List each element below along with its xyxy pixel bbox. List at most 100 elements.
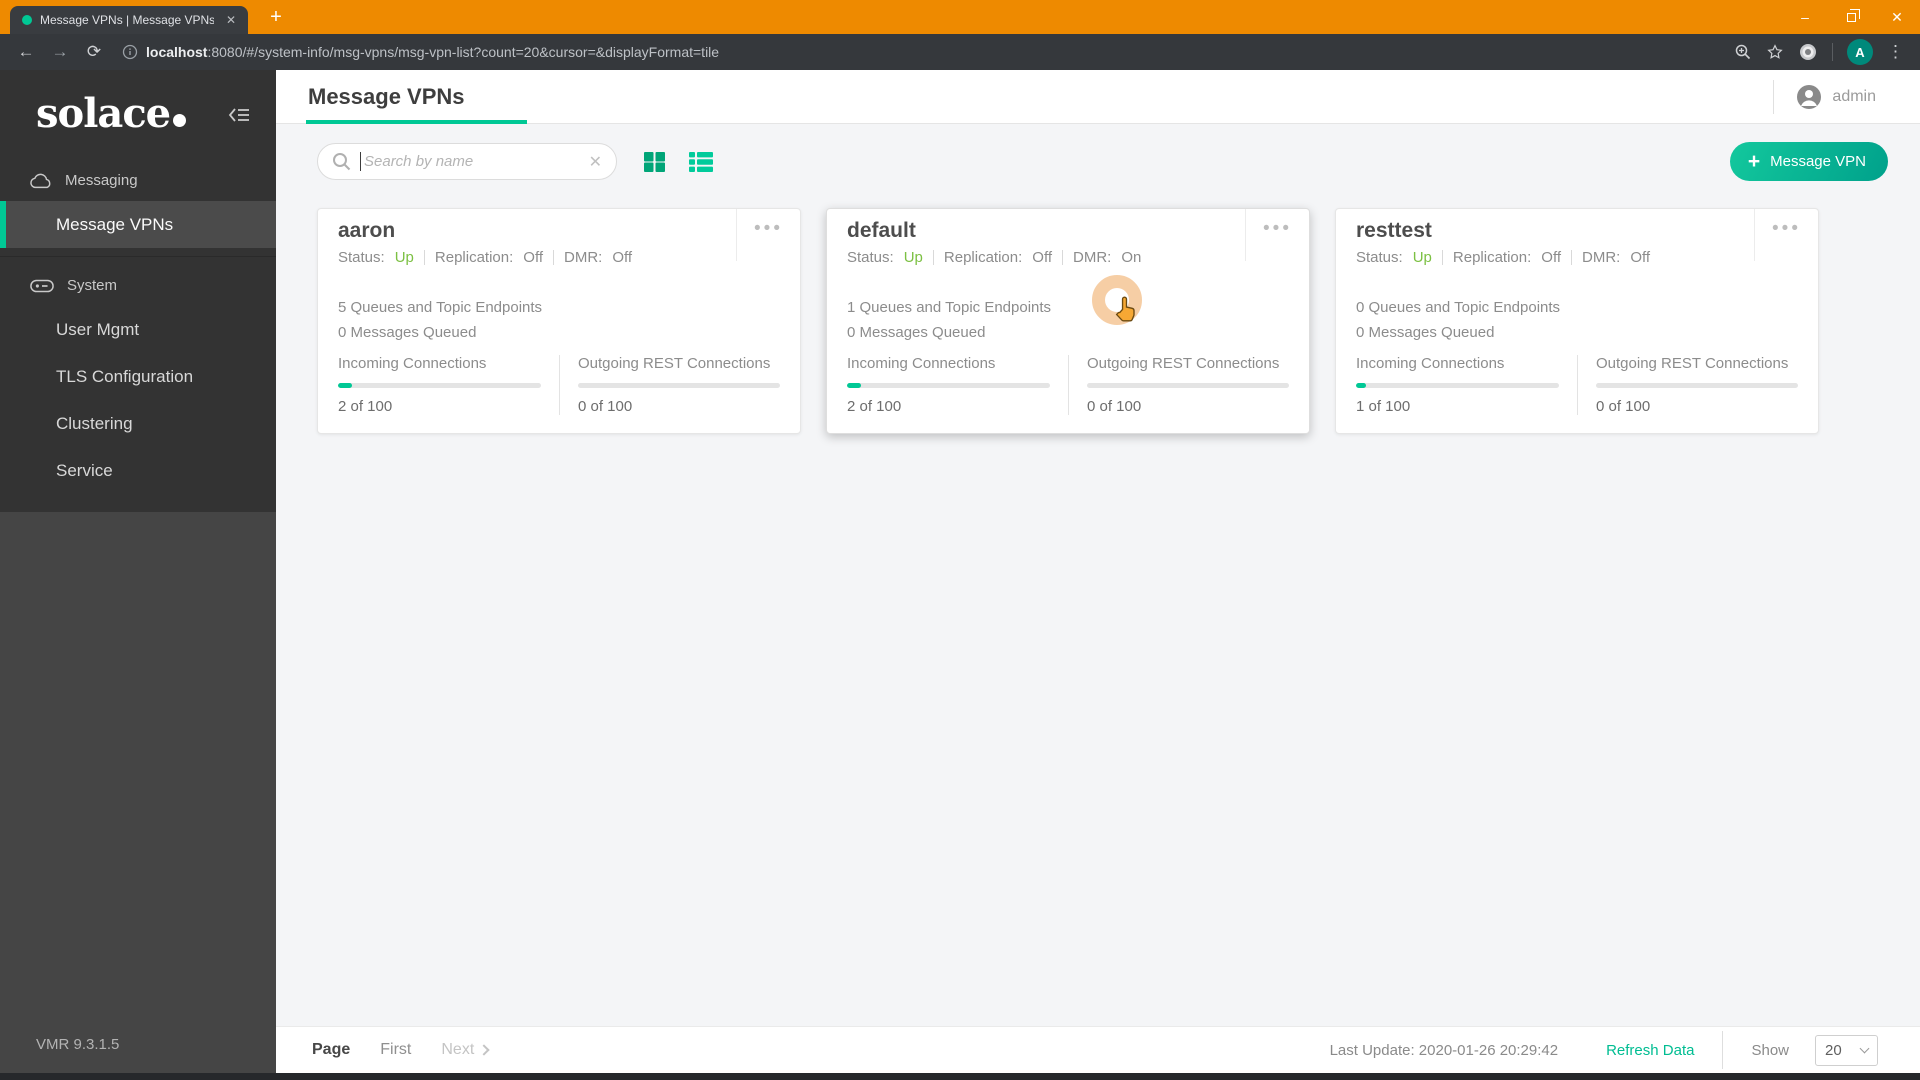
section-label-messaging: Messaging xyxy=(65,172,138,189)
sidebar-item-user-mgmt[interactable]: User Mgmt xyxy=(0,306,276,353)
dmr-label: DMR: xyxy=(1582,249,1620,266)
status-label: Status: xyxy=(847,249,894,266)
tab-close-icon[interactable]: ✕ xyxy=(222,13,240,27)
card-menu-button[interactable]: ••• xyxy=(1245,209,1309,261)
browser-profile-avatar[interactable]: A xyxy=(1847,39,1873,65)
outgoing-progress xyxy=(578,383,780,388)
page-label: Page xyxy=(312,1041,350,1059)
vpn-name: aaron xyxy=(338,219,720,243)
section-label-system: System xyxy=(67,277,117,294)
clear-search-icon[interactable]: ✕ xyxy=(589,152,602,172)
incoming-value: 1 of 100 xyxy=(1356,398,1559,415)
replication-label: Replication: xyxy=(1453,249,1531,266)
url-path: :8080/#/system-info/msg-vpns/msg-vpn-lis… xyxy=(207,44,719,60)
logo-dot-icon xyxy=(173,114,186,127)
ellipsis-icon: ••• xyxy=(1263,219,1292,238)
outgoing-label: Outgoing REST Connections xyxy=(1087,355,1289,372)
status-label: Status: xyxy=(1356,249,1403,266)
outgoing-value: 0 of 100 xyxy=(1596,398,1798,415)
toolbar-divider xyxy=(1832,43,1833,61)
dmr-value: On xyxy=(1121,249,1141,266)
incoming-label: Incoming Connections xyxy=(338,355,541,372)
search-input[interactable] xyxy=(364,153,580,170)
outgoing-progress xyxy=(1596,383,1798,388)
add-button-label: Message VPN xyxy=(1770,153,1866,170)
list-view-icon[interactable] xyxy=(688,151,714,173)
window-close-button[interactable]: ✕ xyxy=(1874,0,1920,34)
endpoints-text: 0 Queues and Topic Endpoints xyxy=(1356,296,1798,321)
sidebar-item-clustering[interactable]: Clustering xyxy=(0,400,276,447)
forward-button[interactable]: → xyxy=(46,42,74,62)
divider xyxy=(424,250,425,265)
bookmark-star-icon[interactable] xyxy=(1766,43,1784,61)
url-host: localhost xyxy=(146,44,207,60)
vpn-card-default[interactable]: ••• default Status: Up Replication: Off … xyxy=(826,208,1310,434)
card-menu-button[interactable]: ••• xyxy=(736,209,800,261)
sidebar-item-tls-configuration[interactable]: TLS Configuration xyxy=(0,353,276,400)
sidebar: solace Messaging Message VPNs System Use… xyxy=(0,70,276,1073)
back-button[interactable]: ← xyxy=(12,42,40,62)
incoming-progress xyxy=(338,383,541,388)
card-menu-button[interactable]: ••• xyxy=(1754,209,1818,261)
replication-label: Replication: xyxy=(944,249,1022,266)
divider xyxy=(553,250,554,265)
extension-icon[interactable] xyxy=(1798,42,1818,62)
dmr-value: Off xyxy=(1630,249,1650,266)
incoming-label: Incoming Connections xyxy=(1356,355,1559,372)
vpn-card-aaron[interactable]: ••• aaron Status: Up Replication: Off DM… xyxy=(317,208,801,434)
incoming-label: Incoming Connections xyxy=(847,355,1050,372)
version-label: VMR 9.3.1.5 xyxy=(36,1036,119,1053)
user-avatar-icon xyxy=(1796,84,1822,110)
endpoints-text: 1 Queues and Topic Endpoints xyxy=(847,296,1289,321)
page-size-value: 20 xyxy=(1825,1042,1842,1059)
divider xyxy=(1571,250,1572,265)
user-menu[interactable]: admin xyxy=(1773,80,1876,114)
pagination-footer: Page First Next Last Update: 2020-01-26 … xyxy=(276,1026,1920,1073)
browser-toolbar: ← → ⟳ localhost:8080/#/system-info/msg-v… xyxy=(0,34,1920,70)
hand-cursor-icon xyxy=(1111,294,1141,326)
sidebar-collapse-icon[interactable] xyxy=(228,106,250,124)
divider xyxy=(933,250,934,265)
window-minimize-button[interactable]: – xyxy=(1782,0,1828,34)
page-info-icon[interactable] xyxy=(122,44,138,60)
vpn-name: default xyxy=(847,219,1229,243)
page-size-select[interactable]: 20 xyxy=(1815,1035,1878,1066)
reload-button[interactable]: ⟳ xyxy=(80,42,108,62)
url-text[interactable]: localhost:8080/#/system-info/msg-vpns/ms… xyxy=(146,44,719,60)
sidebar-section-system: System xyxy=(0,265,276,306)
search-box[interactable]: ✕ xyxy=(317,143,617,180)
divider xyxy=(1442,250,1443,265)
window-restore-button[interactable] xyxy=(1828,0,1874,34)
queued-text: 0 Messages Queued xyxy=(847,321,1289,346)
add-message-vpn-button[interactable]: + Message VPN xyxy=(1730,142,1888,181)
bottom-scrollbar[interactable] xyxy=(0,1073,1920,1080)
browser-tab[interactable]: Message VPNs | Message VPNs | ✕ xyxy=(10,6,248,34)
sidebar-item-service[interactable]: Service xyxy=(0,447,276,494)
search-icon xyxy=(332,152,351,171)
sidebar-item-message-vpns[interactable]: Message VPNs xyxy=(0,201,276,248)
user-name: admin xyxy=(1832,88,1876,106)
chevron-down-icon xyxy=(1860,1044,1870,1054)
browser-tab-bar: Message VPNs | Message VPNs | ✕ + – ✕ xyxy=(0,0,1920,34)
sidebar-divider xyxy=(0,256,276,257)
footer-divider xyxy=(1722,1031,1723,1069)
grid-view-icon[interactable] xyxy=(643,151,666,173)
ellipsis-icon: ••• xyxy=(754,219,783,238)
vpn-name: resttest xyxy=(1356,219,1738,243)
next-page-button[interactable]: Next xyxy=(441,1041,488,1059)
endpoints-text: 5 Queues and Topic Endpoints xyxy=(338,296,780,321)
chevron-right-icon xyxy=(479,1044,490,1055)
refresh-data-link[interactable]: Refresh Data xyxy=(1606,1042,1694,1059)
address-bar[interactable]: localhost:8080/#/system-info/msg-vpns/ms… xyxy=(122,44,1728,60)
incoming-value: 2 of 100 xyxy=(338,398,541,415)
sidebar-section-messaging: Messaging xyxy=(0,160,276,201)
first-page-button[interactable]: First xyxy=(380,1041,411,1059)
new-tab-button[interactable]: + xyxy=(262,4,290,30)
replication-value: Off xyxy=(1541,249,1561,266)
status-value: Up xyxy=(904,249,923,266)
vpn-card-resttest[interactable]: ••• resttest Status: Up Replication: Off… xyxy=(1335,208,1819,434)
ellipsis-icon: ••• xyxy=(1772,219,1801,238)
zoom-icon[interactable] xyxy=(1734,43,1752,61)
status-value: Up xyxy=(1413,249,1432,266)
browser-menu-icon[interactable]: ⋮ xyxy=(1887,42,1904,62)
